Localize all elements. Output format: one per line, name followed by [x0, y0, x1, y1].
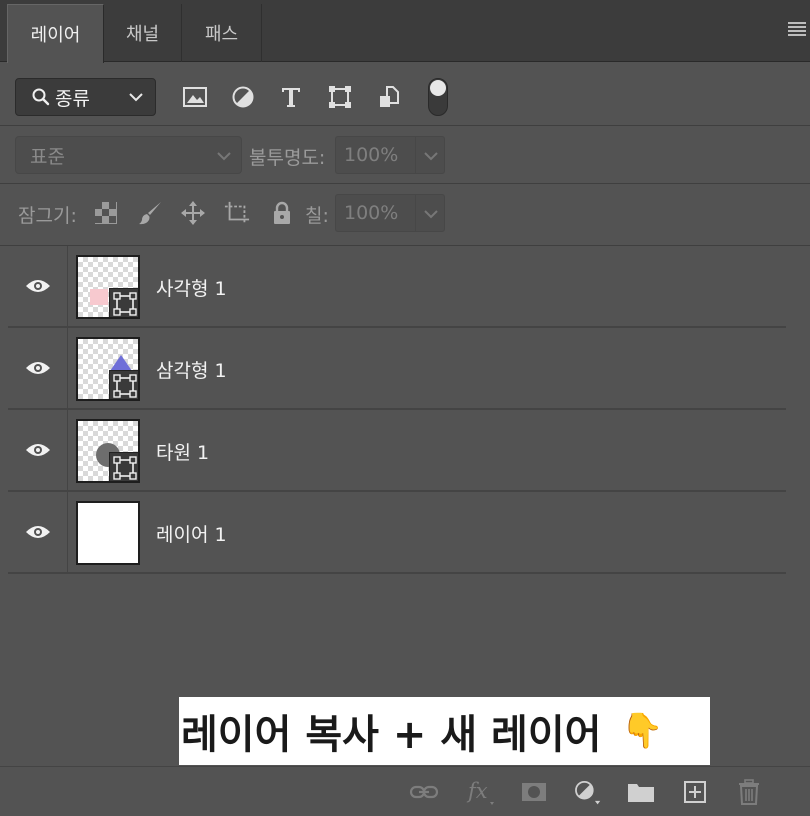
filter-kind-select[interactable]: 종류 [15, 78, 156, 116]
fill-field[interactable]: 100% [335, 194, 445, 232]
smart-object-filter-icon[interactable] [376, 84, 402, 110]
lock-row: 잠그기: 칠: 100% [0, 184, 810, 246]
panel-menu-icon[interactable] [788, 22, 806, 36]
fill-value: 100% [344, 202, 399, 224]
visibility-eye-icon[interactable] [8, 328, 68, 408]
filter-toggle[interactable] [428, 78, 448, 116]
panel-tab-bar: 레이어 채널 패스 [0, 0, 810, 63]
opacity-label: 불투명도: [249, 147, 326, 169]
layer-name[interactable]: 삼각형 1 [156, 356, 227, 383]
fx-icon[interactable]: fx [465, 777, 495, 807]
layer-thumbnail [76, 419, 140, 483]
type-filter-icon[interactable] [278, 84, 304, 110]
layer-row[interactable]: 삼각형 1 [8, 328, 786, 410]
chevron-down-icon [129, 93, 143, 102]
shape-layer-icon [109, 370, 138, 399]
shape-layer-icon [109, 288, 138, 317]
lock-artboard-icon[interactable] [224, 200, 250, 226]
adjustment-filter-icon[interactable] [230, 84, 256, 110]
opacity-value: 100% [344, 144, 399, 166]
chevron-down-icon [424, 152, 438, 161]
blend-mode-select[interactable]: 표준 [15, 136, 242, 174]
tab-layers[interactable]: 레이어 [7, 4, 104, 63]
lock-position-icon[interactable] [180, 200, 206, 226]
layer-name[interactable]: 사각형 1 [156, 274, 227, 301]
chevron-down-icon [217, 152, 231, 161]
filter-row: 종류 [0, 62, 810, 126]
visibility-eye-icon[interactable] [8, 246, 68, 326]
shape-filter-icon[interactable] [327, 84, 353, 110]
add-mask-icon[interactable] [519, 777, 549, 807]
layer-row[interactable]: 사각형 1 [8, 246, 786, 328]
delete-layer-icon[interactable] [734, 777, 764, 807]
chevron-down-icon [424, 210, 438, 219]
layers-bottom-toolbar: fx [0, 766, 810, 816]
blend-mode-value: 표준 [30, 145, 65, 168]
layer-row[interactable]: 타원 1 [8, 410, 786, 492]
link-layers-icon[interactable] [409, 777, 439, 807]
pointing-down-hand-icon: 👇 [621, 711, 664, 751]
adjustment-layer-icon[interactable] [572, 777, 602, 807]
shape-layer-icon [109, 452, 138, 481]
caption-banner: 레이어 복사 + 새 레이어 👇 [179, 697, 710, 765]
search-icon [32, 88, 50, 106]
fill-label: 칠: [305, 205, 329, 227]
visibility-eye-icon[interactable] [8, 492, 68, 572]
layer-thumbnail [76, 255, 140, 319]
toggle-knob [430, 80, 446, 96]
lock-transparent-pixels-icon[interactable] [93, 200, 119, 226]
layer-row[interactable]: 레이어 1 [8, 492, 786, 574]
lock-image-pixels-icon[interactable] [138, 200, 164, 226]
new-group-icon[interactable] [626, 777, 656, 807]
layer-name[interactable]: 타원 1 [156, 438, 209, 465]
lock-all-icon[interactable] [269, 200, 295, 226]
filter-kind-label: 종류 [55, 87, 90, 110]
visibility-eye-icon[interactable] [8, 410, 68, 490]
tab-channels[interactable]: 채널 [104, 4, 182, 62]
layers-list: 사각형 1 삼각형 1 타원 1 레이어 1 [8, 246, 786, 574]
image-filter-icon[interactable] [182, 84, 208, 110]
svg-text:fx: fx [466, 779, 488, 803]
tab-paths[interactable]: 패스 [182, 4, 262, 62]
layer-name[interactable]: 레이어 1 [156, 520, 227, 547]
lock-label: 잠그기: [18, 205, 77, 227]
blend-row: 표준 불투명도: 100% [0, 126, 810, 184]
new-layer-icon[interactable] [680, 777, 710, 807]
layer-thumbnail [76, 337, 140, 401]
opacity-field[interactable]: 100% [335, 136, 445, 174]
caption-text: 레이어 복사 + 새 레이어 [181, 712, 602, 758]
layer-thumbnail [76, 501, 140, 565]
